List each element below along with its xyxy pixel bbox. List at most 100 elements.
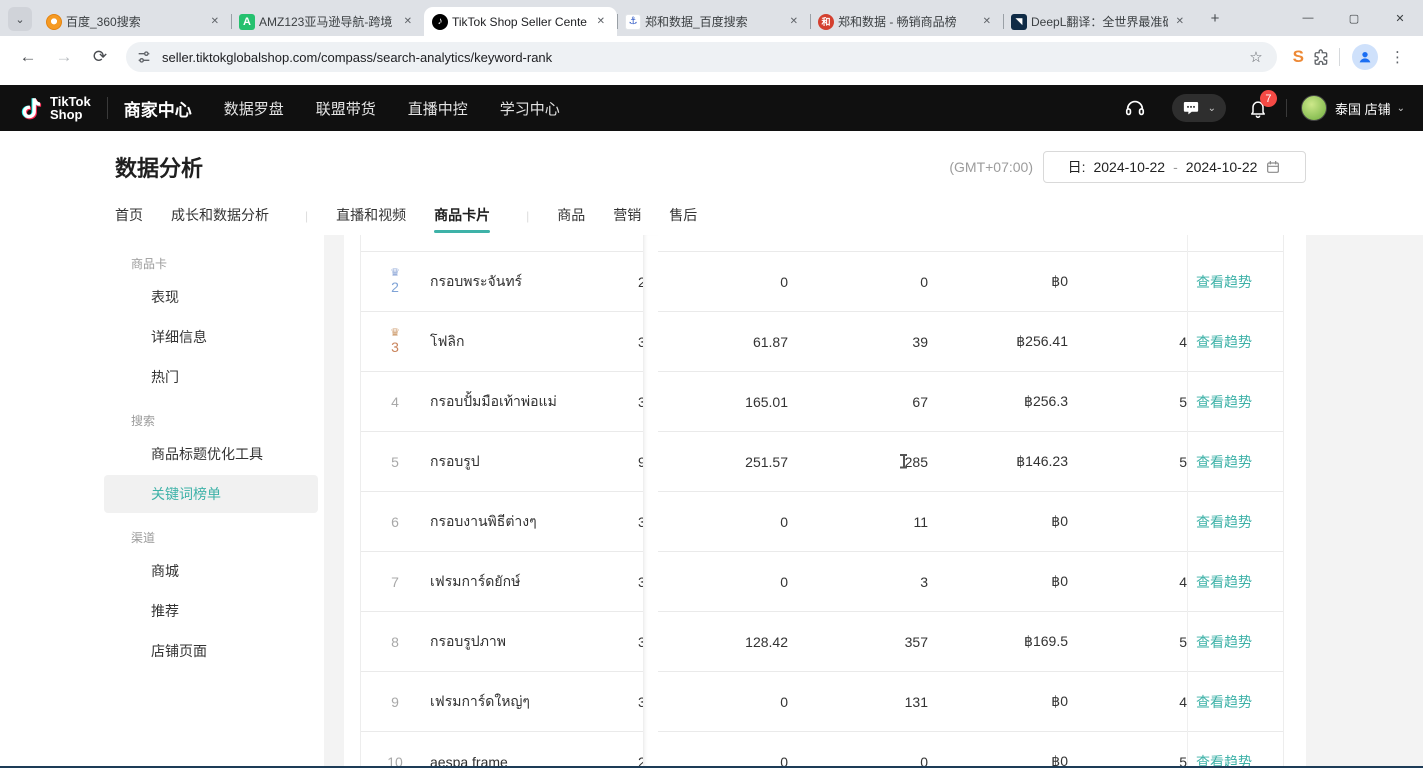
sidebar: 商品卡 表现详细信息热门 搜索 商品标题优化工具关键词榜单 渠道 商城推荐店铺页…: [100, 235, 324, 768]
sidebar-item-热门[interactable]: 热门: [104, 358, 318, 396]
notifications-button[interactable]: 7: [1248, 98, 1268, 118]
address-bar[interactable]: seller.tiktokglobalshop.com/compass/sear…: [126, 42, 1277, 72]
tab-close-icon[interactable]: ✕: [786, 14, 802, 29]
sidebar-section-label: 商品卡: [131, 255, 324, 272]
crown-icon: [390, 268, 400, 279]
tab-close-icon[interactable]: ✕: [207, 14, 223, 29]
view-trend-link[interactable]: 查看趋势: [1196, 612, 1296, 671]
rank-cell: 7: [360, 552, 430, 611]
sidebar-group: 渠道 商城推荐店铺页面: [100, 529, 324, 670]
sidebar-item-关键词榜单[interactable]: 关键词榜单: [104, 475, 318, 513]
header-nav-item[interactable]: 商家中心: [124, 96, 192, 121]
browser-menu-icon[interactable]: ⋮: [1390, 48, 1405, 66]
view-trend-link[interactable]: 查看趋势: [1196, 312, 1296, 371]
value-3-cell: ฿0: [944, 672, 1068, 731]
rank-cell: 9: [360, 672, 430, 731]
tab-close-icon[interactable]: ✕: [593, 14, 609, 29]
shop-name[interactable]: 泰国 店铺: [1335, 99, 1391, 118]
header-divider-2: [1286, 99, 1287, 117]
shop-chevron-down-icon[interactable]: ⌄: [1397, 103, 1405, 114]
tab-close-icon[interactable]: ✕: [1172, 14, 1188, 29]
view-trend-link[interactable]: 查看趋势: [1196, 672, 1296, 731]
header-nav-item[interactable]: 学习中心: [500, 98, 560, 119]
keyword-cell: กรอบพระจันทร์: [430, 252, 640, 311]
sidebar-item-详细信息[interactable]: 详细信息: [104, 318, 318, 356]
tab-favicon-icon: 和: [818, 14, 834, 30]
reload-button[interactable]: ⟳: [86, 43, 114, 71]
browser-tab[interactable]: ◥ DeepL翻译：全世界最准确 ✕: [1003, 7, 1196, 36]
view-trend-link[interactable]: 查看趋势: [1196, 252, 1296, 311]
browser-tab[interactable]: A AMZ123亚马逊导航-跨境 ✕: [231, 7, 424, 36]
url-text: seller.tiktokglobalshop.com/compass/sear…: [162, 50, 1249, 65]
extension-s-icon[interactable]: S: [1293, 47, 1304, 67]
keyword-table-card: 2 กรอบพระจันทร์ 2 0 0 ฿0 查看趋势 3 โฟลิก 3 …: [344, 235, 1306, 768]
browser-tab[interactable]: ♪ TikTok Shop Seller Cente ✕: [424, 7, 617, 36]
view-trend-link[interactable]: 查看趋势: [1196, 732, 1296, 768]
shop-avatar[interactable]: [1301, 95, 1327, 121]
support-headset-icon[interactable]: [1124, 97, 1146, 119]
keyword-cell: เฟรมการ์ดใหญ่ๆ: [430, 672, 640, 731]
tab-close-icon[interactable]: ✕: [979, 14, 995, 29]
analytics-tab[interactable]: 首页: [115, 205, 143, 237]
browser-tab[interactable]: 百度_360搜索 ✕: [38, 7, 231, 36]
back-button[interactable]: ←: [14, 43, 42, 71]
header-nav-item[interactable]: 联盟带货: [316, 98, 376, 119]
rank-cell: 2: [360, 252, 430, 311]
clipped-right-value: 4: [1134, 672, 1187, 731]
bookmark-star-icon[interactable]: ☆: [1249, 48, 1262, 66]
value-1-cell: 251.57: [664, 432, 788, 491]
view-trend-link[interactable]: 查看趋势: [1196, 432, 1296, 491]
browser-tab[interactable]: ⚓ 郑和数据_百度搜索 ✕: [617, 7, 810, 36]
sidebar-item-推荐[interactable]: 推荐: [104, 592, 318, 630]
browser-tab[interactable]: 和 郑和数据 - 畅销商品榜 ✕: [810, 7, 1003, 36]
analytics-tab[interactable]: 售后: [669, 205, 697, 237]
browser-toolbar: ← → ⟳ seller.tiktokglobalshop.com/compas…: [0, 36, 1423, 78]
table-row: 10 aespa frame 2 0 0 ฿0 5 查看趋势: [360, 732, 1283, 768]
minimize-button[interactable]: —: [1285, 0, 1331, 36]
view-trend-link[interactable]: 查看趋势: [1196, 372, 1296, 431]
new-tab-button[interactable]: +: [1202, 5, 1228, 31]
tiktok-shop-logo[interactable]: TikTokShop: [18, 95, 91, 121]
value-1-cell: 61.87: [664, 312, 788, 371]
rank-number: 5: [391, 454, 399, 470]
profile-avatar[interactable]: [1352, 44, 1378, 70]
analytics-tab[interactable]: 商品: [557, 205, 585, 237]
value-2-cell: 67: [804, 372, 928, 431]
header-nav-item[interactable]: 数据罗盘: [224, 98, 284, 119]
rank-number: 3: [391, 339, 399, 355]
text-cursor-icon: [900, 454, 907, 470]
analytics-tab[interactable]: 成长和数据分析: [171, 205, 269, 237]
value-3-cell: ฿0: [944, 732, 1068, 768]
site-info-icon[interactable]: [136, 49, 152, 65]
tab-favicon-icon: A: [239, 14, 255, 30]
header-nav-item[interactable]: 直播中控: [408, 98, 468, 119]
tab-close-icon[interactable]: ✕: [400, 14, 416, 29]
analytics-tab[interactable]: 直播和视频: [336, 205, 406, 237]
rank-number: 9: [391, 694, 399, 710]
sidebar-group: 商品卡 表现详细信息热门: [100, 255, 324, 396]
analytics-tab[interactable]: 商品卡片: [434, 205, 490, 237]
sidebar-item-商城[interactable]: 商城: [104, 552, 318, 590]
forward-button[interactable]: →: [50, 43, 78, 71]
table-body: 2 กรอบพระจันทร์ 2 0 0 ฿0 查看趋势 3 โฟลิก 3 …: [344, 252, 1306, 768]
tab-search-icon[interactable]: ⌄: [8, 7, 32, 31]
tab-title: DeepL翻译：全世界最准确: [1031, 13, 1168, 30]
value-1-cell: 0: [664, 552, 788, 611]
view-trend-link[interactable]: 查看趋势: [1196, 492, 1296, 551]
close-button[interactable]: ✕: [1377, 0, 1423, 36]
sidebar-item-商品标题优化工具[interactable]: 商品标题优化工具: [104, 435, 318, 473]
rank-cell: 10: [360, 732, 430, 768]
date-range-picker[interactable]: 日: 2024-10-22 - 2024-10-22: [1043, 151, 1306, 183]
extensions-puzzle-icon[interactable]: [1312, 48, 1331, 67]
table-row: 2 กรอบพระจันทร์ 2 0 0 ฿0 查看趋势: [360, 252, 1283, 312]
tab-title: 百度_360搜索: [66, 13, 203, 30]
fixed-column-border: [1187, 235, 1188, 768]
analytics-tab[interactable]: 营销: [613, 205, 641, 237]
maximize-button[interactable]: ▢: [1331, 0, 1377, 36]
tab-favicon-icon: ♪: [432, 14, 448, 30]
sidebar-item-店铺页面[interactable]: 店铺页面: [104, 632, 318, 670]
table-row: 4 กรอบปั้มมือเท้าพ่อแม่ 3 165.01 67 ฿256…: [360, 372, 1283, 432]
messages-button[interactable]: ⌄: [1172, 94, 1226, 122]
sidebar-item-表现[interactable]: 表现: [104, 278, 318, 316]
view-trend-link[interactable]: 查看趋势: [1196, 552, 1296, 611]
